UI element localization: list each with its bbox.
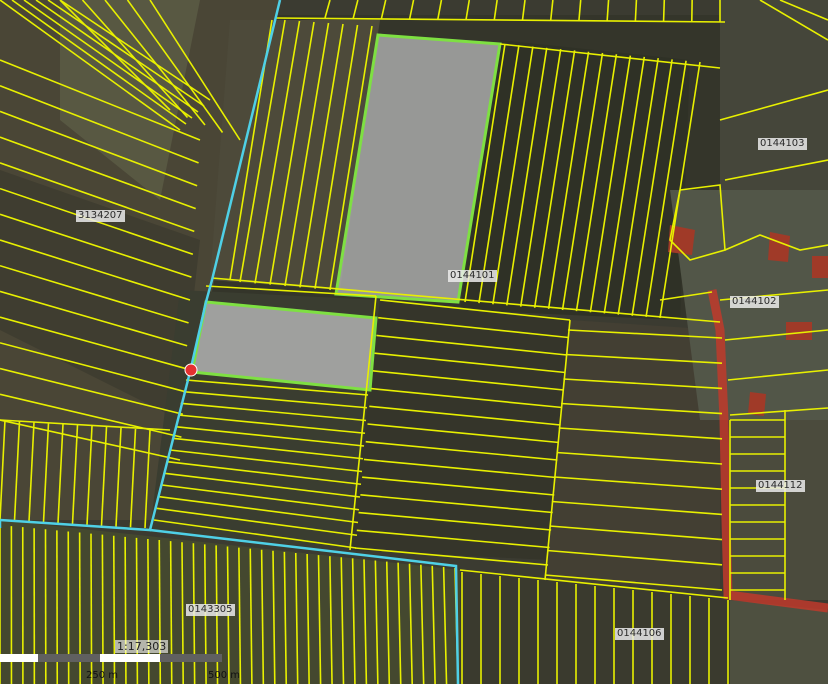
scale-bar-segment: [160, 654, 222, 662]
scale-bar-segment: [100, 654, 160, 662]
parcel-label-0144106[interactable]: 0144106: [615, 628, 664, 640]
scale-tick-mid: 250 m: [86, 670, 119, 681]
scale-ratio: 1:17,303: [115, 640, 169, 653]
scale-bar-segment: [38, 654, 100, 662]
parcel-label-0144101[interactable]: 0144101: [448, 270, 497, 282]
cadastral-map[interactable]: 3134207 0144101 0144103 0144102 0144112 …: [0, 0, 828, 684]
scale-bar: 1:17,303 250 m 500 m: [0, 640, 241, 684]
selected-point-marker[interactable]: [184, 363, 198, 377]
parcel-label-0144103[interactable]: 0144103: [758, 138, 807, 150]
parcel-label-0143305[interactable]: 0143305: [186, 604, 235, 616]
scale-bar-segment: [0, 654, 38, 662]
parcel-label-0144112[interactable]: 0144112: [756, 480, 805, 492]
map-canvas[interactable]: [0, 0, 828, 684]
parcel-label-3134207[interactable]: 3134207: [76, 210, 125, 222]
parcel-label-0144102[interactable]: 0144102: [730, 296, 779, 308]
scale-tick-end: 500 m: [208, 670, 241, 681]
parcel-boundary-line: [634, 0, 638, 22]
parcel-boundary-line: [662, 0, 666, 22]
